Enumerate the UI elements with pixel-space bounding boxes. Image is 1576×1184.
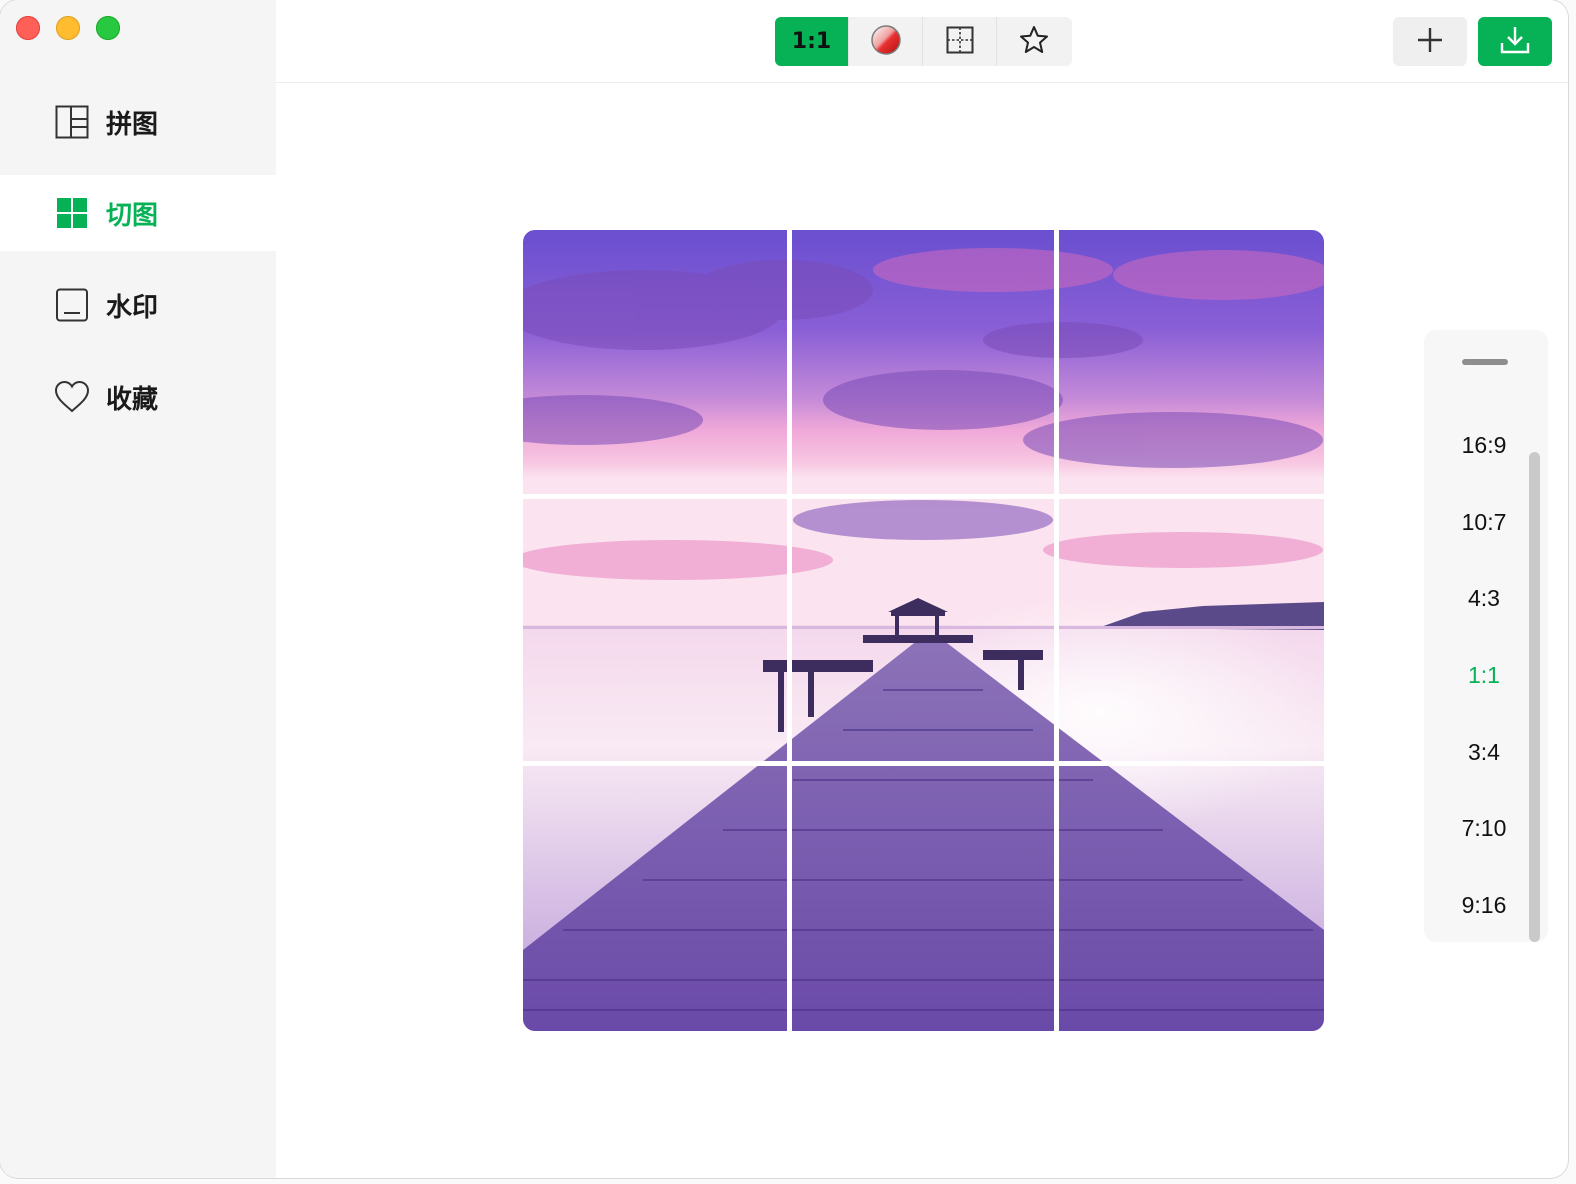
- grid-line-vertical: [787, 230, 792, 1031]
- plus-icon: [1416, 26, 1444, 58]
- ratio-option-7-10[interactable]: 7:10: [1424, 811, 1544, 845]
- pier-sunset-photo: [523, 230, 1324, 1031]
- sidebar-item-cut[interactable]: 切图: [0, 175, 276, 251]
- close-window-button[interactable]: [16, 16, 40, 40]
- ratio-option-9-16[interactable]: 9:16: [1424, 888, 1544, 922]
- color-button[interactable]: [849, 17, 923, 66]
- sidebar-item-label: 收藏: [106, 384, 159, 415]
- star-icon: [1019, 25, 1049, 59]
- app-window: 拼图 切图 水印 收藏 1:1 16:9 10:7 4:3 1:1 3:4 7:…: [0, 0, 1568, 1178]
- heart-icon: [54, 379, 90, 415]
- ratio-option-1-1[interactable]: 1:1: [1424, 658, 1544, 692]
- panel-drag-handle[interactable]: [1462, 359, 1508, 365]
- ratio-option-10-7[interactable]: 10:7: [1424, 505, 1544, 539]
- top-toolbar: 1:1: [276, 0, 1568, 83]
- sidebar: 拼图 切图 水印 收藏: [0, 0, 276, 1178]
- grid-line-horizontal: [523, 494, 1324, 499]
- aspect-ratio-button[interactable]: 1:1: [775, 17, 849, 66]
- sidebar-item-label: 拼图: [106, 109, 159, 140]
- collage-layout-icon: [54, 104, 90, 140]
- grid-line-horizontal: [523, 761, 1324, 766]
- ratio-panel-scrollbar[interactable]: [1529, 452, 1540, 942]
- grid-split-icon: [54, 195, 90, 231]
- sidebar-item-watermark[interactable]: 水印: [0, 267, 276, 343]
- aspect-ratio-label: 1:1: [791, 29, 832, 54]
- zoom-window-button[interactable]: [96, 16, 120, 40]
- grid-line-vertical: [1054, 230, 1059, 1031]
- add-image-button[interactable]: [1393, 17, 1467, 66]
- color-ball-icon: [870, 24, 902, 60]
- minimize-window-button[interactable]: [56, 16, 80, 40]
- ratio-option-16-9[interactable]: 16:9: [1424, 428, 1544, 462]
- download-button[interactable]: [1478, 17, 1552, 66]
- ratio-option-3-4[interactable]: 3:4: [1424, 735, 1544, 769]
- grid-button[interactable]: [923, 17, 997, 66]
- sidebar-item-favorites[interactable]: 收藏: [0, 359, 276, 435]
- favorite-button[interactable]: [997, 17, 1071, 66]
- sidebar-item-label: 切图: [106, 200, 159, 231]
- download-icon: [1500, 25, 1530, 59]
- ratio-option-4-3[interactable]: 4:3: [1424, 581, 1544, 615]
- tool-segmented-control: 1:1: [775, 17, 1072, 66]
- grid-icon: [946, 26, 974, 58]
- sidebar-item-collage[interactable]: 拼图: [0, 84, 276, 160]
- sidebar-item-label: 水印: [106, 292, 159, 323]
- watermark-icon: [54, 287, 90, 323]
- split-image-canvas[interactable]: [523, 230, 1324, 1031]
